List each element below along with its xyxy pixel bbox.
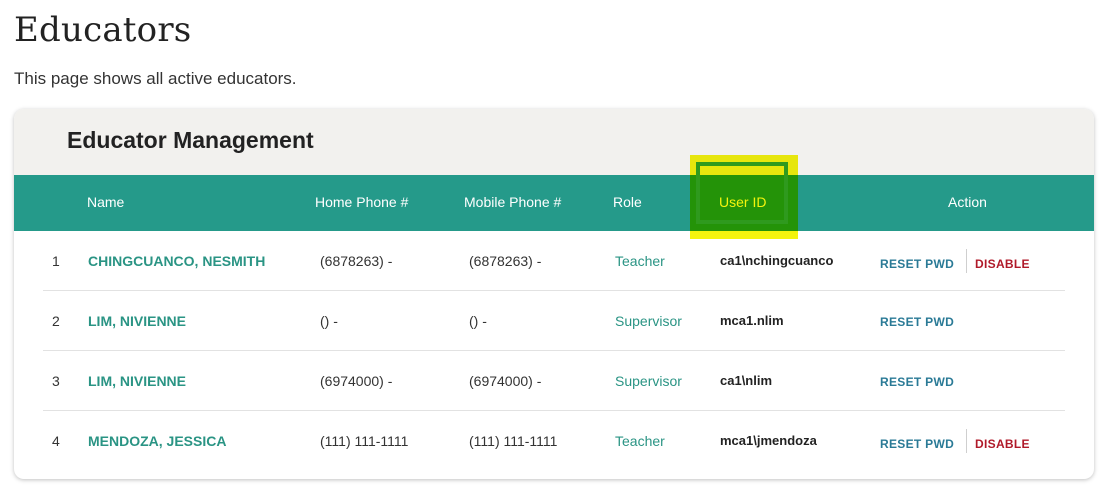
home-phone: (6974000) -: [320, 373, 393, 389]
home-phone: (6878263) -: [320, 253, 393, 269]
card-header: Educator Management: [14, 109, 1094, 175]
column-header-home-phone: Home Phone #: [315, 194, 409, 210]
user-id: mca1.nlim: [720, 313, 784, 328]
green-box-annotation: [696, 162, 788, 224]
page-title: Educators: [14, 10, 192, 50]
mobile-phone: (111) 111-1111: [469, 433, 558, 449]
educator-name-link[interactable]: CHINGCUANCO, NESMITH: [88, 253, 265, 269]
user-id: mca1\jmendoza: [720, 433, 817, 448]
column-header-mobile-phone: Mobile Phone #: [464, 194, 562, 210]
role-link[interactable]: Supervisor: [615, 313, 682, 329]
column-header-action: Action: [948, 194, 987, 210]
role-link[interactable]: Teacher: [615, 253, 665, 269]
table-header: Name Home Phone # Mobile Phone # Role Us…: [14, 175, 1094, 231]
mobile-phone: (6878263) -: [469, 253, 542, 269]
educator-name-link[interactable]: LIM, NIVIENNE: [88, 313, 186, 329]
row-actions: RESET PWD DISABLE: [880, 249, 1030, 273]
role-link[interactable]: Supervisor: [615, 373, 682, 389]
column-header-role: Role: [613, 194, 642, 210]
table-row: 1 CHINGCUANCO, NESMITH (6878263) - (6878…: [43, 231, 1065, 291]
action-divider: [966, 429, 968, 453]
reset-password-button[interactable]: RESET PWD: [880, 369, 954, 389]
table-row: 3 LIM, NIVIENNE (6974000) - (6974000) - …: [43, 351, 1065, 411]
row-actions: RESET PWD: [880, 309, 954, 329]
reset-password-button[interactable]: RESET PWD: [880, 251, 954, 271]
reset-password-button[interactable]: RESET PWD: [880, 309, 954, 329]
mobile-phone: (6974000) -: [469, 373, 542, 389]
row-number: 4: [52, 433, 60, 449]
action-divider: [966, 249, 968, 273]
column-header-name: Name: [87, 194, 125, 210]
table-row: 2 LIM, NIVIENNE () - () - Supervisor mca…: [43, 291, 1065, 351]
reset-password-button[interactable]: RESET PWD: [880, 431, 954, 451]
row-number: 3: [52, 373, 60, 389]
mobile-phone: () -: [469, 313, 487, 329]
user-id: ca1\nlim: [720, 373, 773, 388]
home-phone: () -: [320, 313, 338, 329]
user-id: ca1\nchingcuanco: [720, 253, 834, 268]
educator-name-link[interactable]: LIM, NIVIENNE: [88, 373, 186, 389]
disable-button[interactable]: DISABLE: [975, 431, 1030, 451]
table-row: 4 MENDOZA, JESSICA (111) 111-1111 (111) …: [43, 411, 1065, 470]
role-link[interactable]: Teacher: [615, 433, 665, 449]
row-number: 2: [52, 313, 60, 329]
row-actions: RESET PWD DISABLE: [880, 429, 1030, 453]
table-body: 1 CHINGCUANCO, NESMITH (6878263) - (6878…: [14, 231, 1094, 470]
row-actions: RESET PWD: [880, 369, 954, 389]
disable-button[interactable]: DISABLE: [975, 251, 1030, 271]
home-phone: (111) 111-1111: [320, 433, 409, 449]
educator-management-card: Educator Management Name Home Phone # Mo…: [14, 109, 1094, 479]
card-title: Educator Management: [67, 127, 314, 153]
page-subtitle: This page shows all active educators.: [14, 69, 297, 88]
educator-name-link[interactable]: MENDOZA, JESSICA: [88, 433, 226, 449]
row-number: 1: [52, 253, 60, 269]
